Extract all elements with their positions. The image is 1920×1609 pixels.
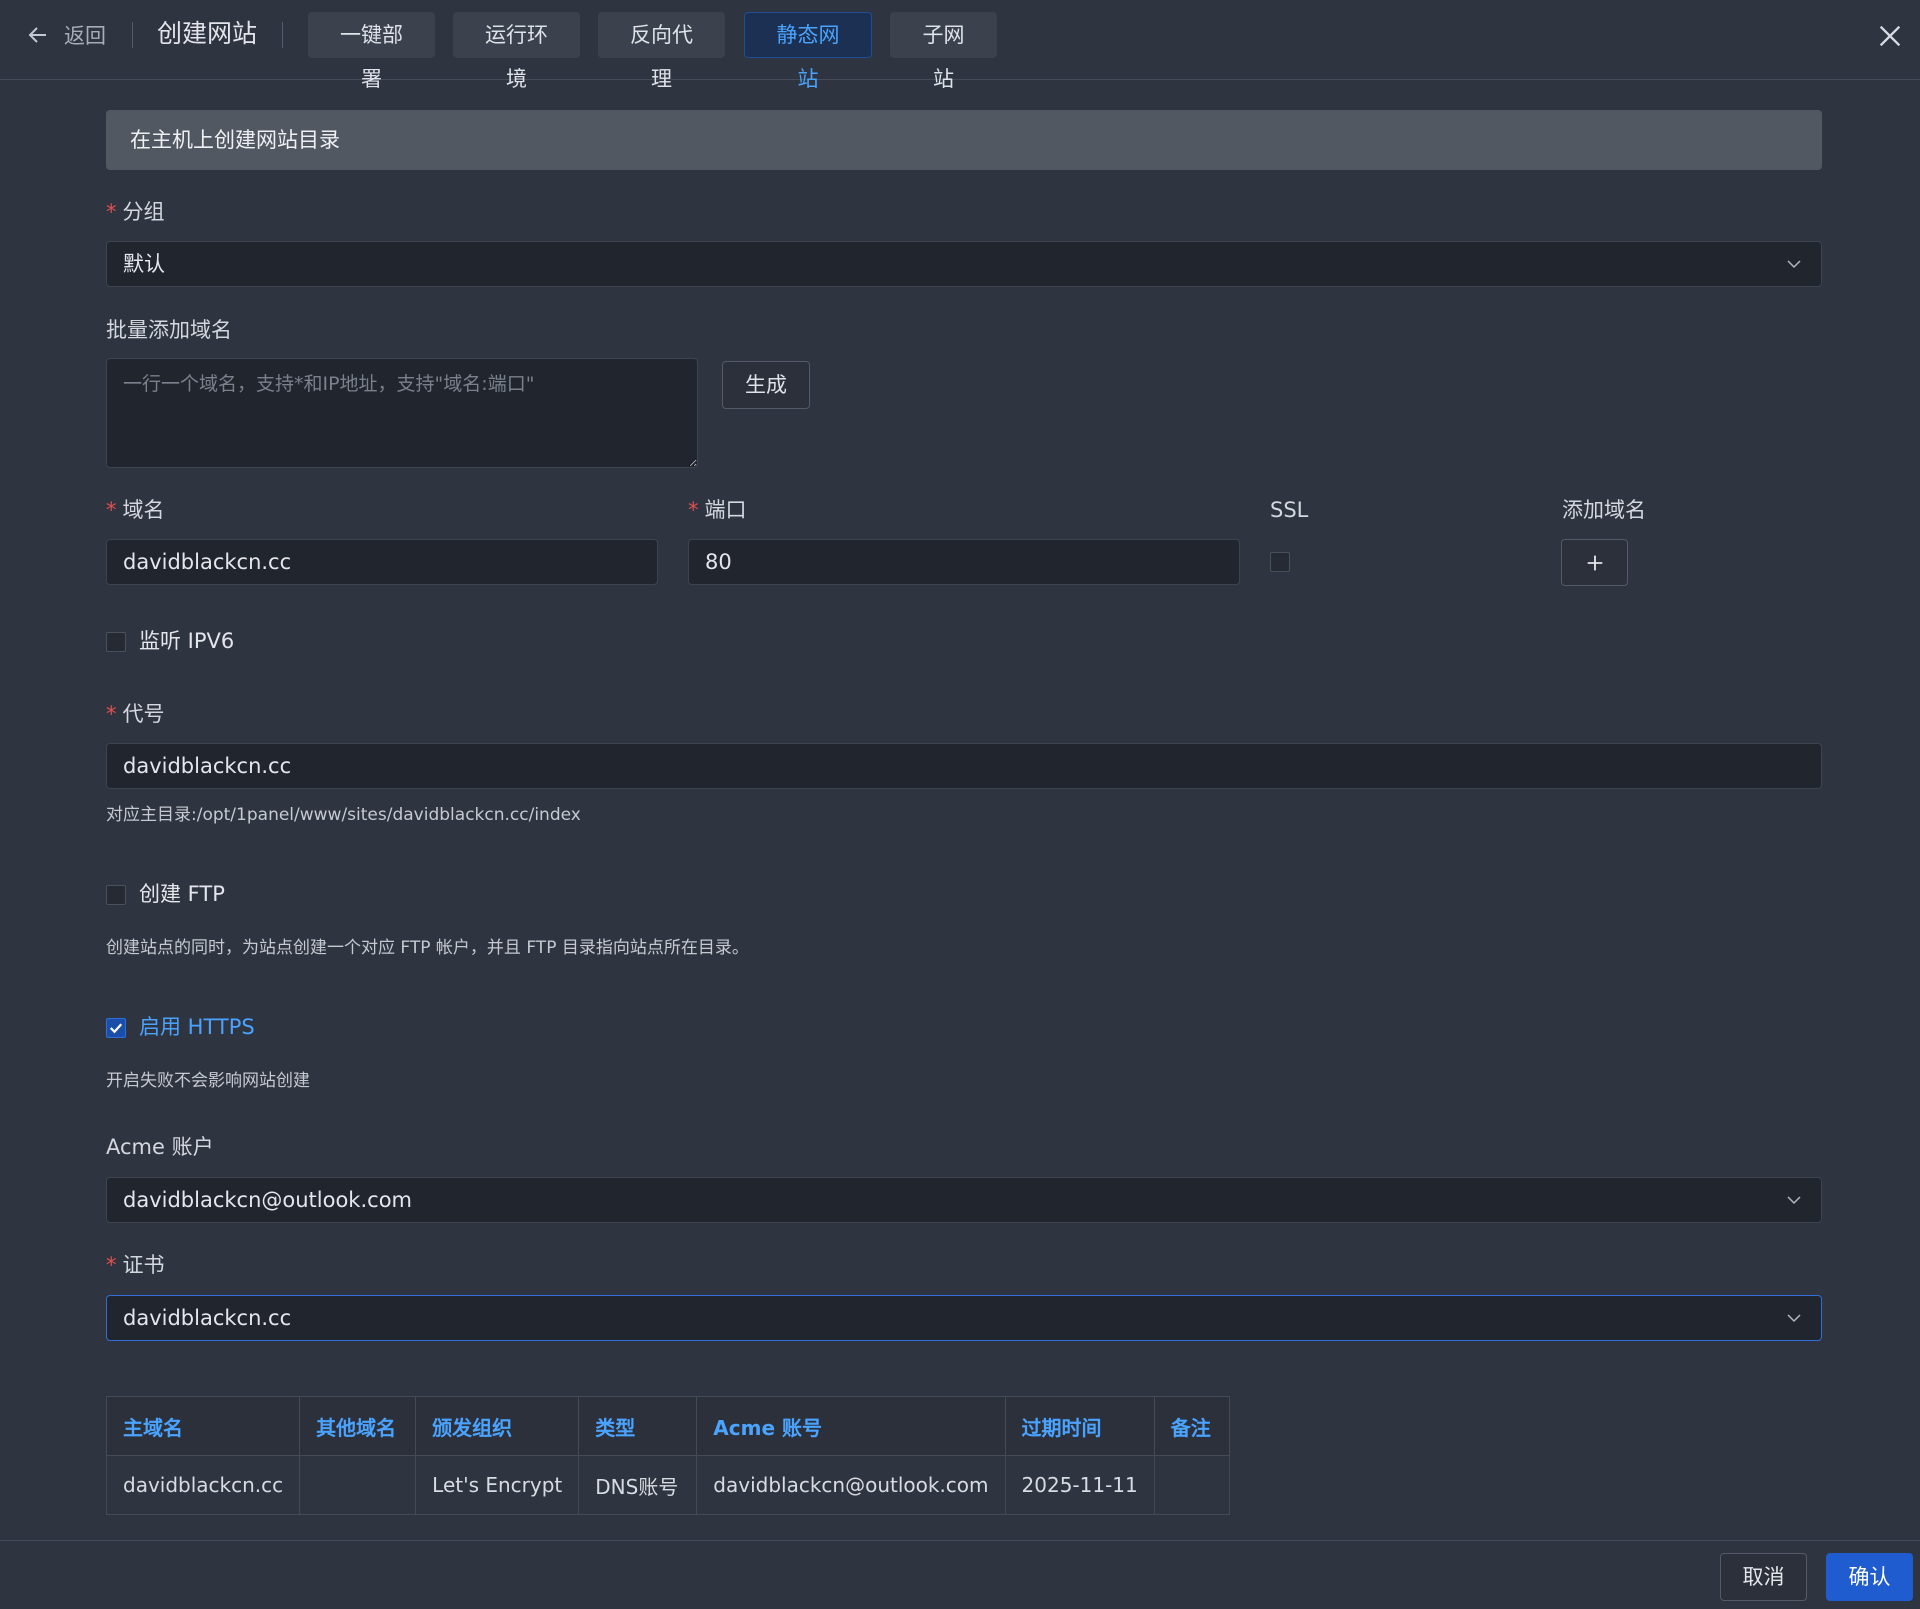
required-mark: * [106, 200, 117, 224]
tab-static-site[interactable]: 静态网站 [744, 12, 872, 91]
column-header: 主域名 [105, 1396, 301, 1456]
dialog-footer [0, 1540, 1920, 1609]
table-cell [1153, 1455, 1230, 1515]
cancel-button[interactable]: 取消 [1720, 1553, 1807, 1601]
header-divider [282, 22, 283, 48]
check-icon [109, 1023, 123, 1034]
acme-select[interactable]: davidblackcn@outlook.com [106, 1177, 1822, 1223]
back-button[interactable]: 返回 [26, 20, 106, 50]
confirm-button[interactable]: 确认 [1826, 1553, 1913, 1601]
required-mark: * [106, 498, 117, 522]
alias-label: * 代号 [106, 700, 165, 728]
tab-reverse-proxy[interactable]: 反向代理 [598, 12, 725, 91]
dialog-header: 返回 创建网站 一键部署 运行环境 反向代理 静态网站 子网站 [0, 0, 1920, 91]
table-header-row: 主域名 其他域名 颁发组织 类型 Acme 账号 过期时间 备注 [105, 1396, 1230, 1456]
tab-subsite[interactable]: 子网站 [890, 12, 997, 91]
group-label: * 分组 [106, 198, 165, 226]
chevron-down-icon [1787, 1196, 1801, 1205]
https-label[interactable]: 启用 HTTPS [139, 1013, 255, 1041]
plus-icon [1587, 555, 1602, 571]
required-mark: * [106, 1253, 117, 1277]
group-label-text: 分组 [122, 200, 165, 224]
ssl-label: SSL [1270, 498, 1309, 522]
domain-label-text: 域名 [122, 498, 165, 522]
header-divider [132, 22, 133, 48]
https-hint: 开启失败不会影响网站创建 [106, 1071, 310, 1091]
required-mark: * [106, 702, 117, 726]
table-cell: 2025-11-11 [1004, 1455, 1155, 1515]
table-row[interactable]: davidblackcn.cc Let's Encrypt DNS账号 davi… [105, 1455, 1230, 1515]
info-banner: 在主机上创建网站目录 [106, 110, 1822, 170]
column-header: 类型 [578, 1396, 698, 1456]
tab-runtime[interactable]: 运行环境 [453, 12, 580, 91]
add-domain-button[interactable] [1561, 539, 1628, 586]
ftp-checkbox[interactable] [106, 885, 126, 905]
arrow-left-icon [28, 27, 46, 43]
domain-label: * 域名 [106, 496, 165, 524]
generate-button[interactable]: 生成 [722, 361, 810, 409]
acme-label: Acme 账户 [106, 1135, 214, 1159]
required-mark: * [688, 498, 699, 522]
alias-hint: 对应主目录:/opt/1panel/www/sites/davidblackcn… [106, 805, 581, 825]
chevron-down-icon [1787, 260, 1801, 269]
group-select-value: 默认 [123, 252, 165, 276]
domain-input[interactable]: davidblackcn.cc [106, 539, 658, 585]
dialog-title: 创建网站 [157, 19, 258, 48]
column-header: Acme 账号 [696, 1396, 1006, 1456]
ssl-checkbox[interactable] [1270, 552, 1290, 572]
table-cell: DNS账号 [578, 1455, 698, 1515]
cert-table: 主域名 其他域名 颁发组织 类型 Acme 账号 过期时间 备注 davidbl… [105, 1396, 1230, 1515]
cert-label-text: 证书 [122, 1253, 165, 1277]
port-label: * 端口 [688, 496, 747, 524]
column-header: 其他域名 [299, 1396, 417, 1456]
batch-domains-textarea[interactable] [106, 358, 698, 468]
table-cell: davidblackcn@outlook.com [696, 1455, 1006, 1515]
port-input[interactable]: 80 [688, 539, 1240, 585]
ftp-label[interactable]: 创建 FTP [139, 880, 225, 908]
chevron-down-icon [1787, 1314, 1801, 1323]
alias-label-text: 代号 [122, 702, 165, 726]
cert-select-value: davidblackcn.cc [123, 1306, 292, 1330]
https-checkbox[interactable] [106, 1018, 126, 1038]
table-cell: Let's Encrypt [415, 1455, 580, 1515]
alias-input[interactable]: davidblackcn.cc [106, 743, 1822, 789]
add-domain-label: 添加域名 [1562, 498, 1646, 522]
acme-select-value: davidblackcn@outlook.com [123, 1188, 412, 1212]
table-cell: davidblackcn.cc [105, 1455, 301, 1515]
cert-select[interactable]: davidblackcn.cc [106, 1295, 1822, 1341]
ipv6-checkbox[interactable] [106, 632, 126, 652]
table-cell [299, 1455, 417, 1515]
column-header: 备注 [1153, 1396, 1230, 1456]
back-label: 返回 [64, 24, 106, 48]
batch-domains-label: 批量添加域名 [106, 318, 232, 342]
column-header: 过期时间 [1004, 1396, 1155, 1456]
column-header: 颁发组织 [415, 1396, 580, 1456]
close-icon[interactable] [1876, 22, 1904, 50]
tab-one-click-deploy[interactable]: 一键部署 [308, 12, 435, 91]
ftp-hint: 创建站点的同时，为站点创建一个对应 FTP 帐户，并且 FTP 目录指向站点所在… [106, 938, 749, 958]
group-select[interactable]: 默认 [106, 241, 1822, 287]
cert-label: * 证书 [106, 1251, 165, 1279]
port-label-text: 端口 [704, 498, 747, 522]
ipv6-label[interactable]: 监听 IPV6 [139, 627, 234, 655]
